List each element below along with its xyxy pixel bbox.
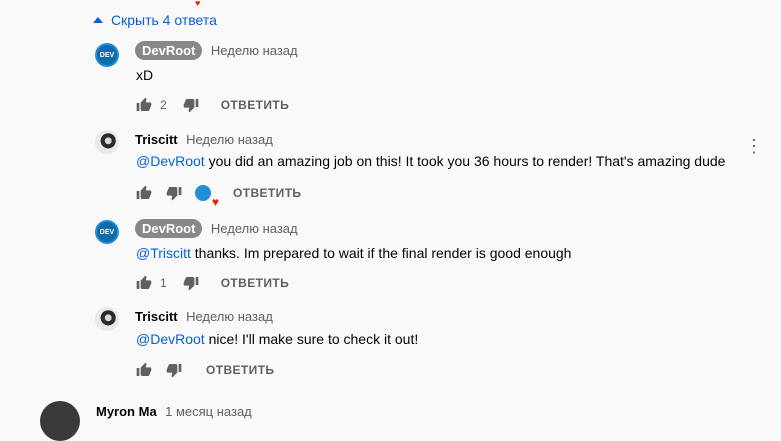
comment-header: Myron Ma 1 месяц назад [96, 403, 252, 421]
comment-text: @DevRoot you did an amazing job on this!… [136, 153, 725, 169]
comment-text: @DevRoot nice! I'll make sure to check i… [136, 331, 418, 347]
mention-link[interactable]: @DevRoot [136, 153, 205, 169]
thumb-up-icon[interactable] [136, 275, 152, 291]
comment-header: DevRoot Неделю назад [135, 41, 298, 60]
author-chip[interactable]: DevRoot [135, 41, 203, 60]
timestamp[interactable]: Неделю назад [211, 221, 298, 236]
avatar[interactable] [95, 307, 119, 331]
thumb-up-icon[interactable] [136, 362, 152, 378]
chevron-up-icon [93, 17, 103, 23]
avatar[interactable] [95, 130, 119, 154]
timestamp[interactable]: Неделю назад [186, 309, 273, 324]
comment-body: nice! I'll make sure to check it out! [204, 331, 419, 347]
thumb-down-icon[interactable] [183, 97, 199, 113]
hide-replies-toggle[interactable]: Скрыть 4 ответа [93, 12, 217, 28]
thumb-down-icon[interactable] [166, 362, 182, 378]
comment-actions: ♥ ОТВЕТИТЬ [136, 185, 301, 209]
thumb-down-icon[interactable] [166, 185, 182, 201]
author-name[interactable]: Myron Ma [96, 404, 157, 419]
timestamp[interactable]: Неделю назад [186, 132, 273, 147]
reply-button[interactable]: ОТВЕТИТЬ [206, 363, 274, 377]
thumb-up-icon[interactable] [136, 185, 152, 201]
mention-link[interactable]: @DevRoot [136, 331, 205, 347]
avatar[interactable] [40, 401, 80, 441]
author-chip[interactable]: DevRoot [135, 219, 203, 238]
reply-button[interactable]: ОТВЕТИТЬ [221, 276, 289, 290]
comment-text: xD [136, 67, 154, 83]
comment-header: Triscitt Неделю назад [135, 308, 273, 326]
avatar[interactable]: DEV [95, 220, 119, 244]
hide-replies-label: Скрыть 4 ответа [111, 12, 217, 28]
comment-text: @Triscitt thanks. Im prepared to wait if… [136, 245, 571, 261]
like-count: 2 [160, 98, 167, 112]
comment-actions: 2 ОТВЕТИТЬ [136, 97, 289, 113]
reply-button[interactable]: ОТВЕТИТЬ [221, 98, 289, 112]
comment-body: you did an amazing job on this! It took … [204, 153, 726, 169]
like-count: 1 [160, 276, 167, 290]
author-name[interactable]: Triscitt [135, 132, 178, 147]
reply-button[interactable]: ОТВЕТИТЬ [233, 186, 301, 200]
heart-icon: ♥ [211, 195, 219, 209]
thumb-up-icon[interactable] [136, 97, 152, 113]
more-actions-icon[interactable]: ⋮ [745, 137, 763, 155]
heart-icon: ♥ [195, 0, 201, 8]
comment-header: Triscitt Неделю назад [135, 131, 273, 149]
comment-header: DevRoot Неделю назад [135, 219, 298, 238]
thumb-down-icon[interactable] [183, 275, 199, 291]
comment-actions: 1 ОТВЕТИТЬ [136, 275, 289, 291]
comment-actions: ОТВЕТИТЬ [136, 362, 274, 378]
comment-body: thanks. Im prepared to wait if the final… [190, 245, 572, 261]
timestamp[interactable]: 1 месяц назад [165, 404, 252, 419]
creator-heart-badge: ♥ [195, 185, 219, 209]
timestamp[interactable]: Неделю назад [211, 43, 298, 58]
avatar[interactable]: DEV [95, 43, 119, 67]
author-name[interactable]: Triscitt [135, 309, 178, 324]
mention-link[interactable]: @Triscitt [136, 245, 191, 261]
